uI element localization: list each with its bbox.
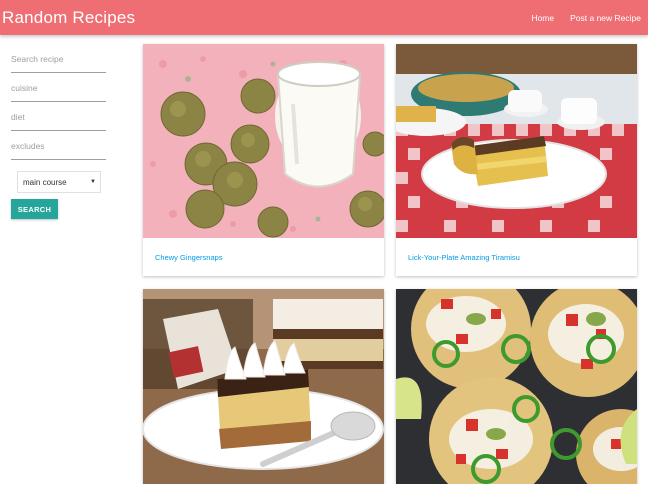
recipe-image-gingersnaps[interactable] (143, 44, 384, 238)
recipe-card-tiramisu[interactable]: Lick-Your-Plate Amazing Tiramisu (396, 44, 637, 276)
brand-logo[interactable]: Random Recipes (0, 8, 135, 28)
recipe-card-gingersnaps[interactable]: Chewy Gingersnaps (143, 44, 384, 276)
recipe-image-tiramisu[interactable] (396, 44, 637, 238)
navbar: Random Recipes Home Post a new Recipe (0, 0, 648, 35)
search-sidebar: main course ▼ SEARCH (11, 44, 106, 219)
cuisine-field (11, 73, 106, 102)
nav-link-post-recipe[interactable]: Post a new Recipe (562, 13, 641, 23)
cuisine-input[interactable] (11, 81, 106, 93)
recipe-image-tostadas[interactable] (396, 289, 637, 484)
caret-down-icon: ▼ (90, 179, 96, 185)
search-input[interactable] (11, 52, 106, 64)
meal-type-select[interactable]: main course ▼ (17, 171, 101, 193)
nav-links: Home Post a new Recipe (523, 13, 648, 23)
recipe-card-tostadas[interactable] (396, 289, 637, 484)
excludes-field (11, 131, 106, 160)
diet-field (11, 102, 106, 131)
search-button[interactable]: SEARCH (11, 199, 58, 219)
nav-link-home[interactable]: Home (523, 13, 562, 23)
recipe-title-link[interactable]: Lick-Your-Plate Amazing Tiramisu (408, 253, 520, 262)
recipe-image-cheesecake[interactable] (143, 289, 384, 484)
diet-input[interactable] (11, 110, 106, 122)
meal-type-selected-value: main course (23, 177, 67, 187)
recipe-card-cheesecake[interactable] (143, 289, 384, 484)
excludes-input[interactable] (11, 139, 106, 151)
search-field (11, 44, 106, 73)
recipe-title-link[interactable]: Chewy Gingersnaps (155, 253, 223, 262)
